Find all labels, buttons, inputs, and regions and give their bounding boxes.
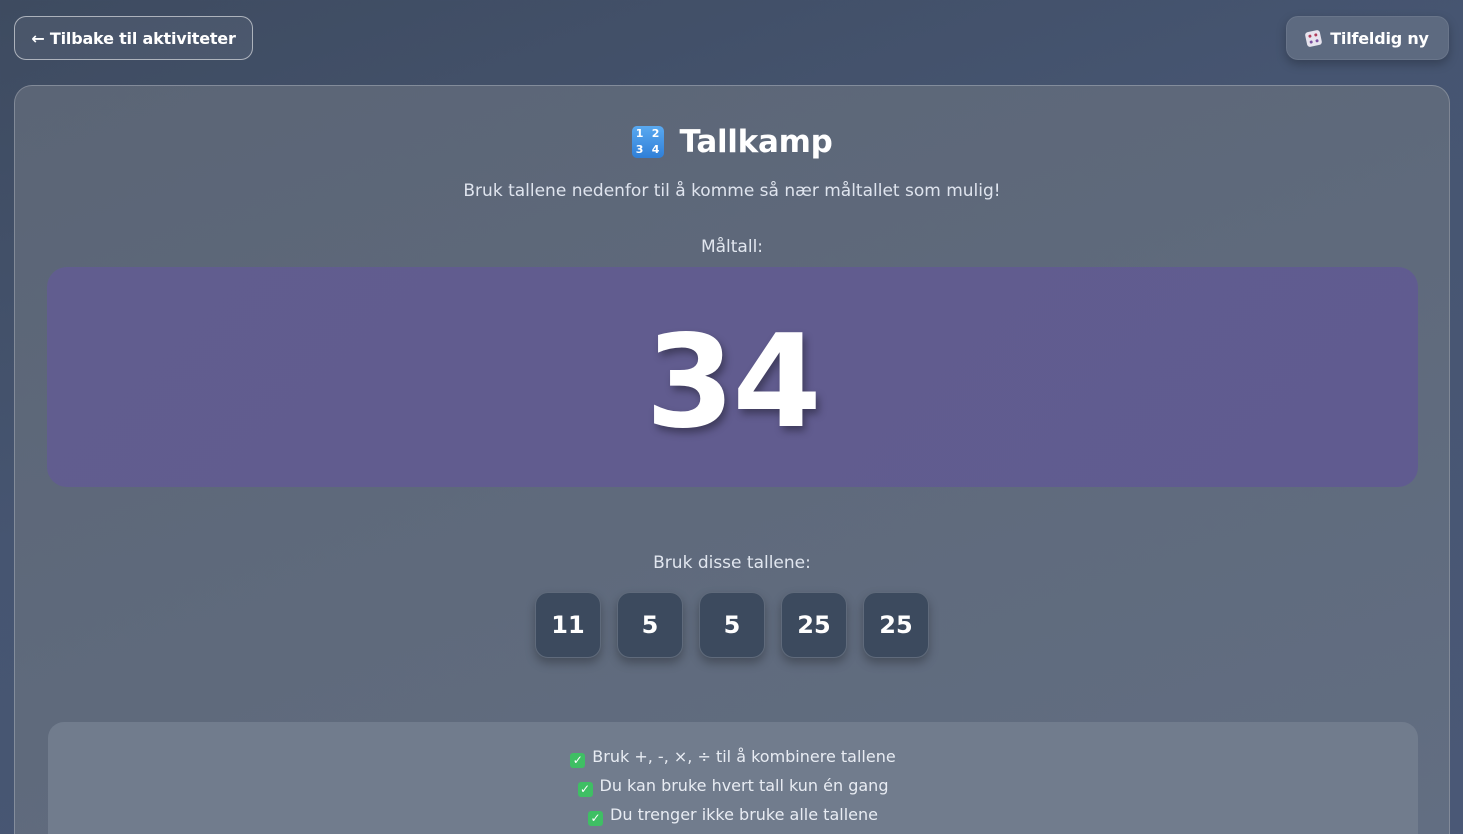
rule-item: ✓ Bruk +, -, ×, ÷ til å kombinere tallene bbox=[48, 747, 1418, 768]
game-card: 1 2 3 4 Tallkamp Bruk tallene nedenfor t… bbox=[14, 85, 1450, 834]
back-to-activities-button[interactable]: ← Tilbake til aktiviteter bbox=[14, 16, 253, 60]
numbers-icon-digit: 2 bbox=[651, 127, 660, 140]
page-title: Tallkamp bbox=[679, 124, 833, 160]
dice-icon bbox=[1304, 29, 1323, 47]
number-tile[interactable]: 5 bbox=[617, 592, 683, 658]
number-tile[interactable]: 25 bbox=[863, 592, 929, 658]
game-instructions: Bruk tallene nedenfor til å komme så nær… bbox=[463, 181, 1001, 201]
check-icon: ✓ bbox=[577, 782, 593, 797]
target-label: Måltall: bbox=[700, 237, 764, 257]
rule-item: ✓ Du trenger ikke bruke alle tallene bbox=[48, 805, 1418, 826]
target-number: 34 bbox=[645, 307, 821, 457]
numbers-icon-digit: 4 bbox=[651, 143, 660, 156]
rules-box: ✓ Bruk +, -, ×, ÷ til å kombinere tallene… bbox=[48, 722, 1418, 834]
check-icon: ✓ bbox=[588, 811, 604, 826]
target-number-box: 34 bbox=[47, 267, 1418, 487]
rule-text: Bruk +, -, ×, ÷ til å kombinere tallene bbox=[592, 747, 896, 766]
random-new-label: Tilfeldig ny bbox=[1330, 28, 1429, 48]
numbers-icon-digit: 3 bbox=[635, 143, 644, 156]
numbers-icon-digit: 1 bbox=[635, 127, 644, 140]
random-new-button[interactable]: Tilfeldig ny bbox=[1286, 16, 1449, 60]
rule-text: Du kan bruke hvert tall kun én gang bbox=[599, 776, 889, 795]
number-tile[interactable]: 5 bbox=[699, 592, 765, 658]
numbers-icon: 1 2 3 4 bbox=[631, 126, 664, 158]
numbers-label: Bruk disse tallene: bbox=[653, 553, 811, 573]
number-tiles: 11 5 5 25 25 bbox=[15, 592, 1449, 658]
title-row: 1 2 3 4 Tallkamp bbox=[15, 124, 1449, 160]
number-tile[interactable]: 25 bbox=[781, 592, 847, 658]
rule-text: Du trenger ikke bruke alle tallene bbox=[610, 805, 878, 824]
number-tile[interactable]: 11 bbox=[535, 592, 601, 658]
rule-item: ✓ Du kan bruke hvert tall kun én gang bbox=[48, 776, 1418, 797]
check-icon: ✓ bbox=[570, 753, 586, 768]
